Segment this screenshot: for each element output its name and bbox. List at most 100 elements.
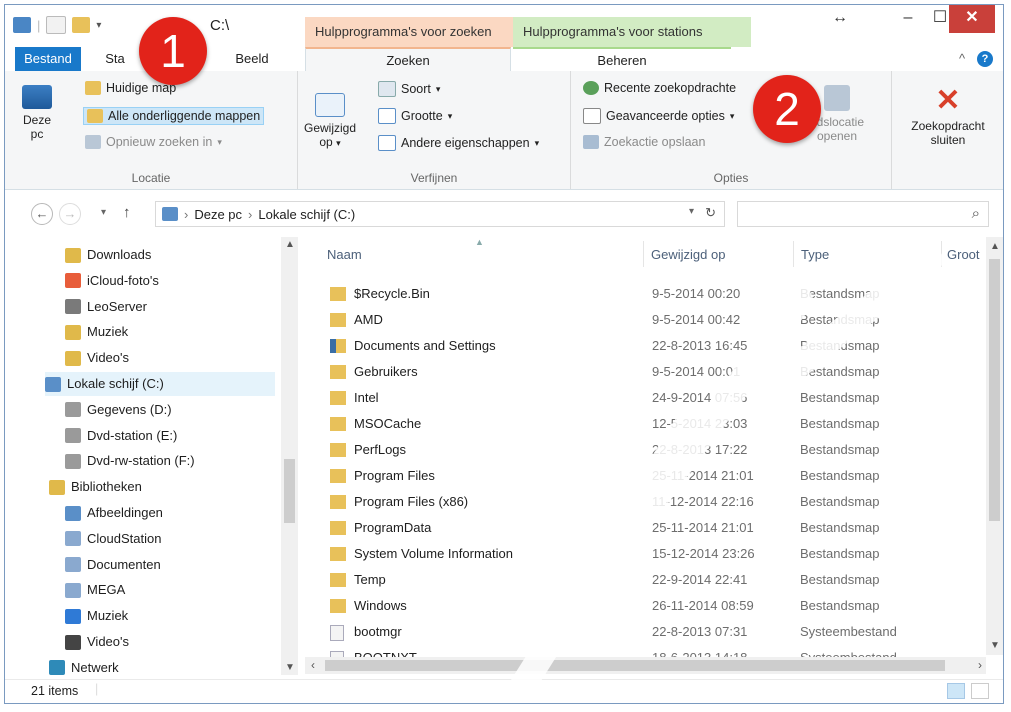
column-header-size[interactable]: Groot	[947, 247, 980, 262]
folder-icon	[330, 573, 346, 587]
table-row[interactable]: Gebruikers 9-5-2014 00:01 Bestandsmap	[320, 359, 980, 385]
horizontal-scroll-thumb[interactable]	[325, 660, 945, 671]
opnieuw-zoeken-button[interactable]: Opnieuw zoeken in ▾	[85, 135, 222, 149]
table-row[interactable]: Program Files 25-11-2014 21:01 Bestandsmap	[320, 463, 980, 489]
table-row[interactable]: $Recycle.Bin 9-5-2014 00:20 Bestandsmap	[320, 281, 980, 307]
file-list-vertical-scrollbar[interactable]: ▲ ▼	[986, 237, 1003, 655]
new-folder-icon[interactable]	[72, 17, 91, 33]
column-divider[interactable]	[793, 241, 794, 267]
table-row[interactable]: Documents and Settings 22-8-2013 16:45 Bes…	[320, 333, 980, 359]
nav-item-label: Bibliotheken	[71, 479, 142, 495]
nav-item[interactable]: Afbeeldingen	[65, 501, 275, 525]
column-divider[interactable]	[643, 241, 644, 267]
alle-onderliggende-mappen-button[interactable]: Alle onderliggende mappen	[83, 107, 265, 125]
nav-item[interactable]: Downloads	[65, 243, 275, 267]
icloud-photos-icon	[65, 273, 81, 289]
scroll-down-icon[interactable]: ▼	[990, 640, 1000, 651]
table-row[interactable]: ProgramData 25-11-2014 21:01 Bestandsmap	[320, 515, 980, 541]
callout-badge-2: 2	[753, 75, 821, 143]
group-sluiten: ✕ Zoekopdracht sluiten	[892, 71, 1003, 189]
nav-scrollbar[interactable]: ▲ ▼	[281, 237, 298, 675]
column-header-modified[interactable]: Gewijzigd op	[651, 247, 725, 262]
table-row[interactable]: Intel 24-9-2014 07:56 Bestandsmap	[320, 385, 980, 411]
scroll-right-icon[interactable]: ›	[978, 658, 982, 672]
nav-item[interactable]: Gegevens (D:)	[65, 398, 275, 422]
nav-item[interactable]: CloudStation	[65, 527, 275, 551]
breadcrumb-lokale-schijf[interactable]: Lokale schijf (C:)	[258, 207, 355, 222]
large-icons-view-button[interactable]	[971, 683, 989, 699]
breadcrumb-deze-pc[interactable]: Deze pc	[194, 207, 242, 222]
gewijzigd-op-button[interactable]: Gewijzigd op ▾	[304, 93, 356, 150]
nav-item[interactable]: Dvd-station (E:)	[65, 424, 275, 448]
scroll-up-icon[interactable]: ▲	[990, 241, 1000, 252]
deze-pc-button[interactable]: Deze pc	[15, 85, 59, 141]
table-row[interactable]: Windows 26-11-2014 08:59 Bestandsmap	[320, 593, 980, 619]
scroll-up-icon[interactable]: ▲	[285, 239, 295, 250]
back-button[interactable]: ←	[31, 203, 53, 225]
table-row[interactable]: bootmgr 22-8-2013 07:31 Systeembestand	[320, 619, 980, 645]
up-arrow-icon[interactable]: ↑	[123, 204, 131, 221]
folder-icon	[330, 417, 346, 431]
nav-item[interactable]: Video's	[65, 346, 275, 370]
close-button[interactable]: ✕	[949, 5, 995, 33]
nav-item[interactable]: Dvd-rw-station (F:)	[65, 449, 275, 473]
tab-start[interactable]: Sta	[95, 47, 135, 71]
column-divider[interactable]	[941, 241, 942, 267]
recente-zoekopdrachten-button[interactable]: Recente zoekopdrachte	[583, 81, 736, 95]
tab-zoeken[interactable]: Zoeken	[305, 47, 511, 72]
nav-item[interactable]: iCloud-foto's	[65, 269, 275, 293]
properties-icon[interactable]	[46, 16, 67, 34]
address-bar[interactable]: › Deze pc › Lokale schijf (C:) ▾ ↻	[155, 201, 725, 227]
column-header-name[interactable]: Naam	[327, 247, 362, 262]
qat-dropdown-icon[interactable]: ▾	[96, 20, 101, 31]
callout-badge-1: 1	[139, 17, 207, 85]
refresh-icon[interactable]: ↻	[705, 205, 716, 221]
cell-modified: 15-12-2014 23:26	[652, 546, 755, 561]
tab-beheren[interactable]: Beheren	[513, 47, 731, 73]
grootte-label: Grootte	[401, 109, 443, 123]
nav-scroll-thumb[interactable]	[284, 459, 295, 523]
scroll-down-icon[interactable]: ▼	[285, 662, 295, 673]
nav-item[interactable]: LeoServer	[65, 295, 275, 319]
nav-item[interactable]: Netwerk	[49, 656, 275, 680]
nav-item[interactable]: Video's	[65, 630, 275, 654]
table-row[interactable]: PerfLogs 22-8-2013 17:22 Bestandsmap	[320, 437, 980, 463]
recent-locations-chevron-down-icon[interactable]: ▾	[101, 207, 106, 218]
grootte-button[interactable]: Grootte ▾	[378, 108, 452, 124]
andere-eigenschappen-button[interactable]: Andere eigenschappen ▾	[378, 135, 539, 151]
scroll-left-icon[interactable]: ‹	[311, 658, 315, 672]
cell-name: MSOCache	[354, 416, 422, 431]
table-row[interactable]: AMD 9-5-2014 00:42 Bestandsmap	[320, 307, 980, 333]
nav-item[interactable]: MEGA	[65, 578, 275, 602]
advanced-options-icon	[583, 108, 601, 124]
nav-item[interactable]: Lokale schijf (C:)	[45, 372, 275, 396]
details-view-button[interactable]	[947, 683, 965, 699]
table-row[interactable]: System Volume Information 15-12-2014 23:2…	[320, 541, 980, 567]
cell-modified: 22-8-2013 17:22	[652, 442, 748, 457]
soort-button[interactable]: Soort ▾	[378, 81, 440, 97]
nav-item[interactable]: Muziek	[65, 320, 275, 344]
quick-access-toolbar: | ▾	[13, 16, 101, 34]
tab-beeld[interactable]: Beeld	[227, 47, 277, 71]
explorer-app-icon[interactable]	[13, 17, 31, 33]
nav-item[interactable]: Documenten	[65, 553, 275, 577]
help-icon[interactable]: ?	[977, 51, 993, 67]
column-header-type[interactable]: Type	[801, 247, 829, 262]
ribbon-collapse-icon[interactable]: ^	[953, 47, 971, 71]
tab-bestand[interactable]: Bestand	[15, 47, 81, 71]
table-row[interactable]: Temp 22-9-2014 22:41 Bestandsmap	[320, 567, 980, 593]
zoekactie-opslaan-button[interactable]: Zoekactie opslaan	[583, 135, 705, 149]
zoekopdracht-sluiten-button[interactable]: ✕ Zoekopdracht sluiten	[900, 85, 996, 148]
table-row[interactable]: Program Files (x86) 11-12-2014 22:16 Besta…	[320, 489, 980, 515]
address-dropdown-icon[interactable]: ▾	[689, 206, 694, 217]
forward-button[interactable]: →	[59, 203, 81, 225]
search-input[interactable]: ⌕	[737, 201, 989, 227]
geavanceerde-opties-button[interactable]: Geavanceerde opties ▾	[583, 108, 734, 124]
nav-item[interactable]: Bibliotheken	[49, 475, 275, 499]
file-list-horizontal-scrollbar[interactable]: ‹ ›	[305, 657, 986, 674]
resize-icon[interactable]: ↔	[817, 5, 863, 33]
file-list-scroll-thumb[interactable]	[989, 259, 1000, 521]
table-row[interactable]: MSOCache 12-5-2014 23:03 Bestandsmap	[320, 411, 980, 437]
nav-item[interactable]: Muziek	[65, 604, 275, 628]
nav-item-label: LeoServer	[87, 298, 147, 314]
